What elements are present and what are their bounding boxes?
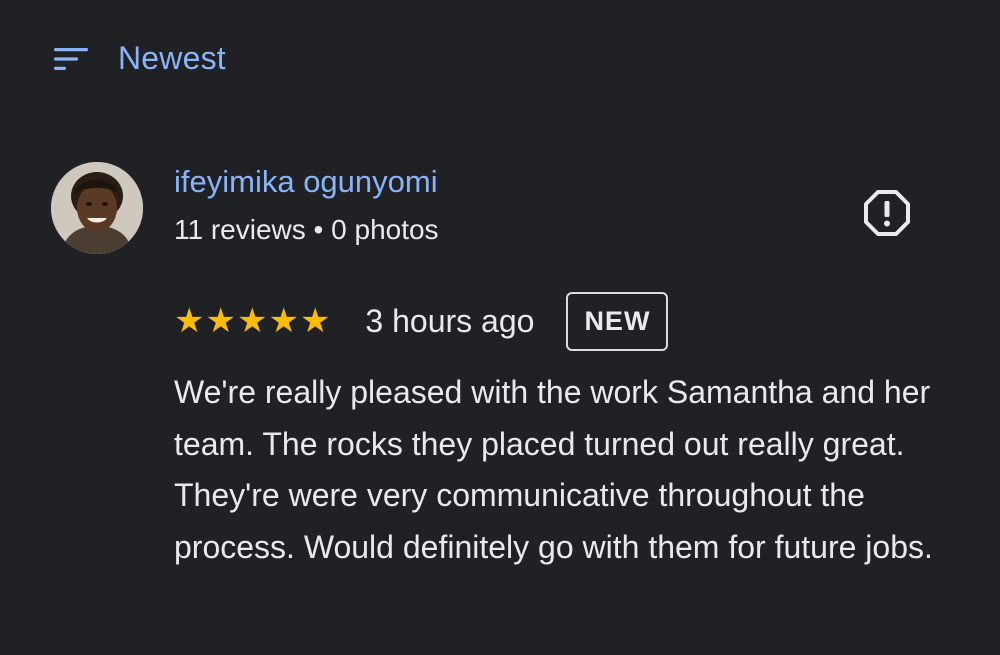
star-icon: ★ <box>268 302 299 340</box>
star-icon: ★ <box>205 302 236 340</box>
sort-icon <box>52 45 92 73</box>
new-badge: NEW <box>566 291 669 351</box>
reviewer-meta: 11 reviews • 0 photos <box>174 214 439 246</box>
rating-row: ★ ★ ★ ★ ★ 3 hours ago NEW <box>174 290 669 352</box>
star-icon: ★ <box>236 302 268 340</box>
review-text: We're really pleased with the work Saman… <box>174 374 933 565</box>
review-time: 3 hours ago <box>365 302 535 339</box>
photos-count: 0 photos <box>331 214 439 245</box>
star-rating: ★ ★ ★ ★ ★ <box>174 304 331 338</box>
report-exclamation-icon[interactable] <box>862 188 912 238</box>
star-icon: ★ <box>174 302 205 340</box>
meta-separator: • <box>313 214 324 245</box>
reviewer-name[interactable]: ifeyimika ogunyomi <box>174 164 438 200</box>
sort-label: Newest <box>118 40 226 76</box>
reviews-count: 11 reviews <box>174 214 306 245</box>
sort-button[interactable]: Newest <box>52 40 226 77</box>
reviewer-avatar[interactable] <box>51 162 143 254</box>
star-icon: ★ <box>299 302 331 340</box>
